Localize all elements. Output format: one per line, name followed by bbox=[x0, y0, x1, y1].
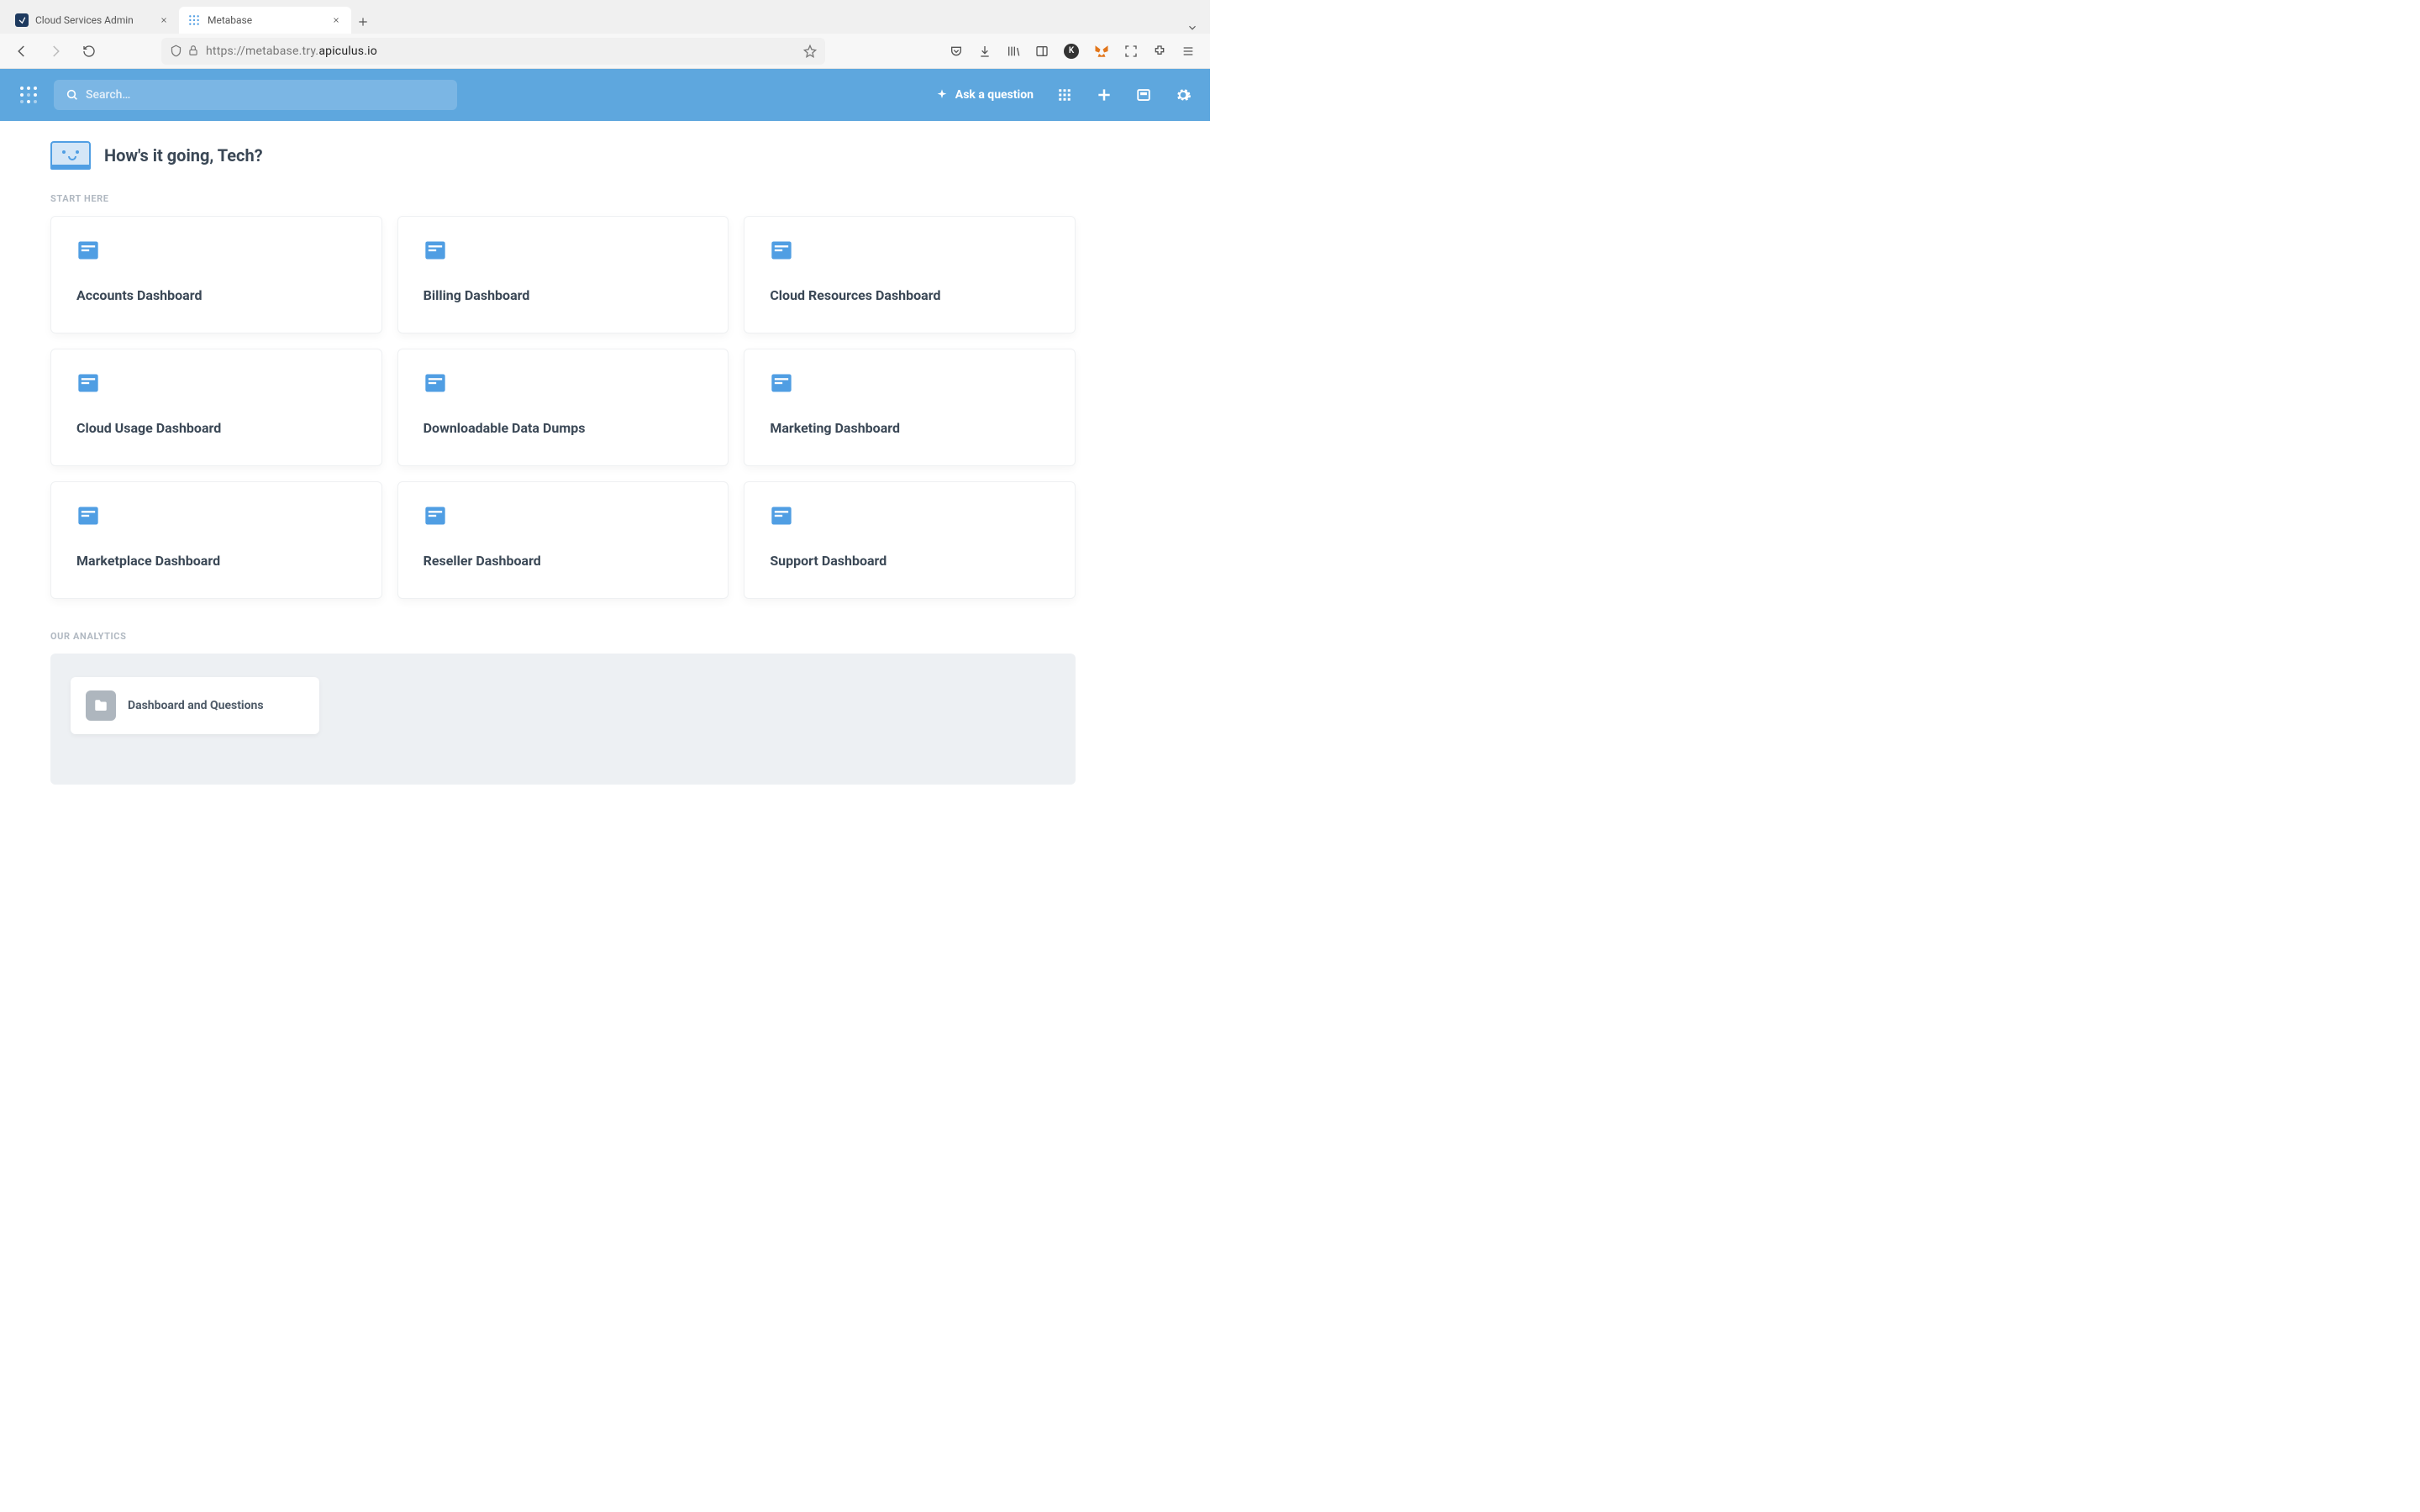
dashboard-icon bbox=[424, 371, 447, 395]
sidebar-toggle-icon[interactable] bbox=[1035, 45, 1049, 58]
card-cloud-usage-dashboard[interactable]: Cloud Usage Dashboard bbox=[50, 349, 382, 466]
card-title: Support Dashboard bbox=[770, 553, 1050, 569]
forward-button[interactable] bbox=[44, 39, 67, 63]
card-title: Billing Dashboard bbox=[424, 287, 703, 303]
card-title: Marketplace Dashboard bbox=[76, 553, 356, 569]
section-label-start-here: START HERE bbox=[50, 193, 1076, 204]
screenshot-icon[interactable] bbox=[1124, 45, 1138, 58]
search-icon bbox=[66, 88, 79, 102]
card-title: Marketing Dashboard bbox=[770, 420, 1050, 436]
card-cloud-resources-dashboard[interactable]: Cloud Resources Dashboard bbox=[744, 216, 1076, 333]
ask-question-label: Ask a question bbox=[955, 88, 1034, 102]
create-button[interactable] bbox=[1096, 87, 1113, 103]
metabot-icon bbox=[50, 141, 91, 170]
dashboard-icon bbox=[76, 371, 100, 395]
tab-title: Cloud Services Admin bbox=[35, 14, 150, 26]
shield-icon[interactable] bbox=[170, 45, 182, 57]
browser-extension-icons: K bbox=[950, 44, 1195, 59]
card-marketing-dashboard[interactable]: Marketing Dashboard bbox=[744, 349, 1076, 466]
page-content: How's it going, Tech? START HERE Account… bbox=[0, 121, 1126, 818]
url-text: https://metabase.try.apiculus.io bbox=[206, 45, 797, 58]
metamask-icon[interactable] bbox=[1094, 44, 1109, 59]
card-downloadable-data-dumps[interactable]: Downloadable Data Dumps bbox=[397, 349, 729, 466]
dashboard-cards-grid: Accounts Dashboard Billing Dashboard Clo… bbox=[50, 216, 1076, 599]
card-reseller-dashboard[interactable]: Reseller Dashboard bbox=[397, 481, 729, 599]
ask-question-button[interactable]: Ask a question bbox=[935, 88, 1034, 102]
hamburger-menu-icon[interactable] bbox=[1181, 45, 1195, 58]
browser-tab-metabase[interactable]: Metabase bbox=[179, 7, 351, 34]
settings-gear-icon[interactable] bbox=[1175, 87, 1192, 103]
tab-favicon-cloud-admin bbox=[15, 13, 29, 27]
close-tab-icon[interactable] bbox=[157, 13, 171, 27]
browser-tab-strip: Cloud Services Admin Metabase bbox=[0, 0, 1210, 34]
dashboard-icon bbox=[424, 239, 447, 262]
analytics-panel: Dashboard and Questions bbox=[50, 654, 1076, 785]
metabase-logo[interactable] bbox=[18, 85, 39, 105]
address-bar[interactable]: https://metabase.try.apiculus.io bbox=[161, 38, 825, 65]
browser-toolbar: https://metabase.try.apiculus.io K bbox=[0, 34, 1210, 69]
search-input[interactable]: Search… bbox=[54, 80, 457, 110]
browser-tab-cloud-admin[interactable]: Cloud Services Admin bbox=[7, 7, 179, 34]
greeting-text: How's it going, Tech? bbox=[104, 145, 263, 165]
dashboard-icon bbox=[770, 239, 793, 262]
archive-icon[interactable] bbox=[1136, 87, 1151, 102]
apps-grid-icon[interactable] bbox=[1057, 87, 1072, 102]
reload-button[interactable] bbox=[77, 39, 101, 63]
tab-favicon-metabase bbox=[187, 13, 201, 27]
tabs-overflow-button[interactable] bbox=[1175, 22, 1210, 34]
card-title: Cloud Usage Dashboard bbox=[76, 420, 356, 436]
dashboard-icon bbox=[76, 504, 100, 528]
tab-title: Metabase bbox=[208, 14, 323, 26]
dashboard-icon bbox=[770, 371, 793, 395]
sparkle-icon bbox=[935, 88, 949, 102]
app-header: Search… Ask a question bbox=[0, 69, 1210, 121]
card-title: Accounts Dashboard bbox=[76, 287, 356, 303]
folder-icon bbox=[86, 690, 116, 721]
card-title: Reseller Dashboard bbox=[424, 553, 703, 569]
card-title: Downloadable Data Dumps bbox=[424, 420, 703, 436]
extension-k-icon[interactable]: K bbox=[1064, 44, 1079, 59]
card-support-dashboard[interactable]: Support Dashboard bbox=[744, 481, 1076, 599]
new-tab-button[interactable] bbox=[351, 10, 375, 34]
dashboard-icon bbox=[770, 504, 793, 528]
lock-icon[interactable] bbox=[187, 45, 199, 57]
close-tab-icon[interactable] bbox=[329, 13, 343, 27]
collection-dashboard-and-questions[interactable]: Dashboard and Questions bbox=[71, 677, 319, 734]
extensions-icon[interactable] bbox=[1153, 45, 1166, 58]
card-marketplace-dashboard[interactable]: Marketplace Dashboard bbox=[50, 481, 382, 599]
collection-title: Dashboard and Questions bbox=[128, 699, 264, 712]
section-label-our-analytics: OUR ANALYTICS bbox=[50, 631, 1076, 642]
back-button[interactable] bbox=[10, 39, 34, 63]
card-accounts-dashboard[interactable]: Accounts Dashboard bbox=[50, 216, 382, 333]
card-title: Cloud Resources Dashboard bbox=[770, 287, 1050, 303]
pocket-icon[interactable] bbox=[950, 45, 963, 58]
dashboard-icon bbox=[76, 239, 100, 262]
library-icon[interactable] bbox=[1007, 45, 1020, 58]
download-icon[interactable] bbox=[978, 45, 992, 58]
bookmark-star-icon[interactable] bbox=[803, 45, 817, 58]
search-placeholder: Search… bbox=[86, 88, 130, 102]
dashboard-icon bbox=[424, 504, 447, 528]
card-billing-dashboard[interactable]: Billing Dashboard bbox=[397, 216, 729, 333]
